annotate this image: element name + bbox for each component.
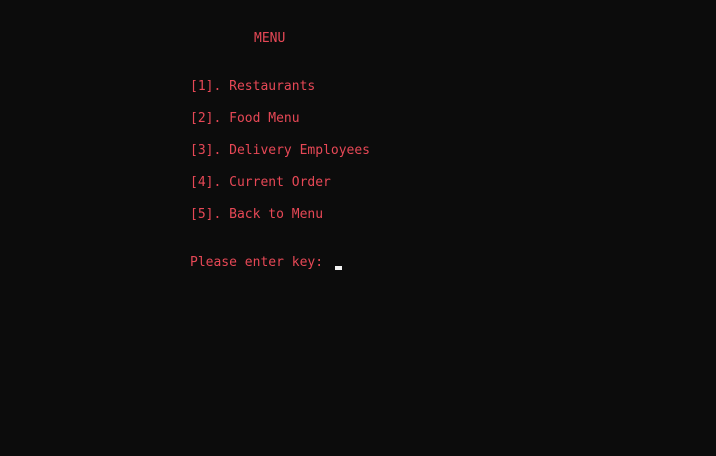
console-window[interactable]: MENU [1]. Restaurants [2]. Food Menu [3]…: [0, 0, 716, 456]
menu-item-delivery-employees: [3]. Delivery Employees: [190, 143, 371, 158]
text-cursor[interactable]: [335, 266, 342, 270]
menu-item-restaurants: [1]. Restaurants: [190, 79, 316, 94]
input-prompt: Please enter key:: [190, 255, 324, 270]
menu-item-current-order: [4]. Current Order: [190, 175, 331, 190]
menu-title: MENU: [254, 31, 286, 46]
menu-item-back-to-menu: [5]. Back to Menu: [190, 207, 324, 222]
menu-item-food-menu: [2]. Food Menu: [190, 111, 300, 126]
